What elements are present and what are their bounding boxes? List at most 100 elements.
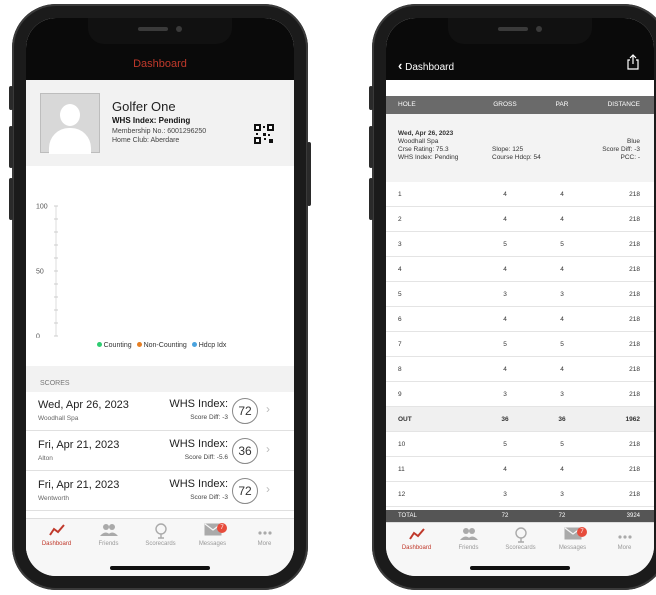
y-tick-label: 100	[36, 204, 48, 211]
out-row: OUT 36 36 1962	[386, 407, 654, 432]
chevron-right-icon: ›	[266, 402, 270, 416]
tab-messages[interactable]: Messages 7	[186, 523, 239, 547]
hole-distance: 218	[629, 391, 640, 398]
message-badge: 7	[217, 523, 227, 533]
tab-label: Friends	[98, 541, 119, 547]
hole-par: 4	[560, 316, 564, 323]
tab-scorecards[interactable]: Scorecards	[494, 527, 547, 551]
hole-gross: 3	[503, 491, 507, 498]
page-title: Dashboard	[133, 58, 187, 70]
share-icon[interactable]	[626, 54, 640, 70]
hole-number: 8	[398, 366, 402, 373]
table-header: HOLE GROSS PAR DISTANCE	[386, 96, 654, 114]
tab-scorecards[interactable]: Scorecards	[134, 523, 187, 547]
chart-svg: 100 50 0	[36, 204, 58, 341]
hole-gross: 3	[503, 391, 507, 398]
tab-more[interactable]: More	[598, 527, 651, 551]
tab-label: Messages	[198, 541, 227, 547]
tab-label: Messages	[558, 545, 587, 551]
volume-up-button	[369, 126, 373, 168]
hole-distance: 218	[629, 241, 640, 248]
tab-label: More	[617, 545, 632, 551]
score-row[interactable]: Wed, Apr 26, 2023 Woodhall Spa WHS Index: S…	[26, 392, 294, 431]
total-gross: 72	[501, 513, 509, 519]
hole-distance: 218	[629, 316, 640, 323]
hole-gross: 4	[503, 466, 507, 473]
tab-label: Dashboard	[41, 541, 72, 547]
golf-ball-icon	[134, 523, 187, 541]
score-whs-label: WHS Index:	[169, 478, 228, 490]
hole-number: 9	[398, 391, 402, 398]
hole-number: 3	[398, 241, 402, 248]
hole-par: 5	[560, 241, 564, 248]
hole-distance: 218	[629, 341, 640, 348]
y-tick-label: 0	[36, 334, 40, 339]
hole-row: 6 4 4 218	[386, 307, 654, 332]
hole-distance: 1962	[625, 416, 640, 423]
course-rating: Crse Rating: 75.3	[398, 146, 449, 153]
hole-row: 7 5 5 218	[386, 332, 654, 357]
hole-row: 8 4 4 218	[386, 357, 654, 382]
tab-friends[interactable]: Friends	[442, 527, 495, 551]
hole-distance: 218	[629, 291, 640, 298]
chart-legend: Counting Non-Counting Hdcp Idx	[26, 342, 294, 349]
power-button	[307, 142, 311, 206]
profile-card[interactable]: Golfer One WHS Index: Pending Membership…	[26, 80, 294, 166]
score-diff: Score Diff: -5.6	[184, 454, 228, 461]
hole-row: 4 4 4 218	[386, 257, 654, 282]
screen: ‹ Dashboard HOLE GROSS PAR DISTANCE Wed,…	[386, 18, 654, 576]
hole-par: 4	[560, 191, 564, 198]
hole-number: 12	[398, 491, 406, 498]
total-par: 72	[558, 513, 566, 519]
hole-number: 4	[398, 266, 402, 273]
hole-gross: 5	[503, 441, 507, 448]
phone-scorecard: ‹ Dashboard HOLE GROSS PAR DISTANCE Wed,…	[369, 4, 656, 590]
hole-gross: 4	[503, 366, 507, 373]
legend-noncounting: Non-Counting	[143, 342, 187, 349]
hole-distance: 218	[629, 191, 640, 198]
tab-label: Scorecards	[505, 545, 536, 551]
y-tick-label: 50	[36, 269, 44, 276]
chart-line-icon	[30, 523, 83, 541]
course-hdcp: Course Hdcp: 54	[492, 154, 541, 161]
total-distance: 3924	[626, 513, 640, 519]
more-icon	[238, 523, 291, 541]
hole-par: 4	[560, 216, 564, 223]
screen: Dashboard Golfer One WHS Index: Pending …	[26, 18, 294, 576]
score-date: Fri, Apr 21, 2023	[38, 479, 120, 491]
hole-gross: 4	[503, 216, 507, 223]
back-button[interactable]: ‹ Dashboard	[398, 58, 454, 73]
qr-code-icon[interactable]	[254, 124, 274, 144]
home-indicator	[470, 566, 570, 570]
tab-more[interactable]: More	[238, 523, 291, 547]
avatar	[40, 93, 100, 154]
tab-dashboard[interactable]: Dashboard	[390, 527, 443, 551]
whs-index: WHS Index: Pending	[398, 154, 459, 161]
round-course: Woodhall Spa	[398, 138, 439, 145]
tab-dashboard[interactable]: Dashboard	[30, 523, 83, 547]
scores-label: SCORES	[40, 380, 70, 387]
notch	[448, 18, 592, 44]
chevron-left-icon: ‹	[398, 58, 403, 73]
legend-hdcp: Hdcp Idx	[198, 342, 227, 349]
friends-icon	[82, 523, 135, 541]
tab-messages[interactable]: Messages 7	[546, 527, 599, 551]
hole-number: 11	[398, 466, 405, 473]
hole-gross: 4	[503, 316, 507, 323]
profile-name: Golfer One	[112, 99, 176, 114]
tab-label: Dashboard	[401, 545, 432, 551]
mute-switch	[369, 86, 373, 110]
tab-label: Friends	[458, 545, 479, 551]
score-row[interactable]: Fri, Apr 21, 2023 Wentworth WHS Index: Scor…	[26, 472, 294, 511]
score-row[interactable]: Fri, Apr 21, 2023 Alton WHS Index: Score Di…	[26, 432, 294, 471]
score-club: Wentworth	[38, 495, 69, 502]
tab-label: Scorecards	[145, 541, 176, 547]
legend-counting-dot	[96, 342, 102, 347]
tab-friends[interactable]: Friends	[82, 523, 135, 547]
hole-gross: 3	[503, 291, 507, 298]
friends-icon	[442, 527, 495, 545]
header-distance: DISTANCE	[607, 101, 640, 108]
phone-dashboard: Dashboard Golfer One WHS Index: Pending …	[9, 4, 311, 590]
hole-distance: 218	[629, 466, 640, 473]
score-total-badge: 72	[232, 478, 258, 504]
